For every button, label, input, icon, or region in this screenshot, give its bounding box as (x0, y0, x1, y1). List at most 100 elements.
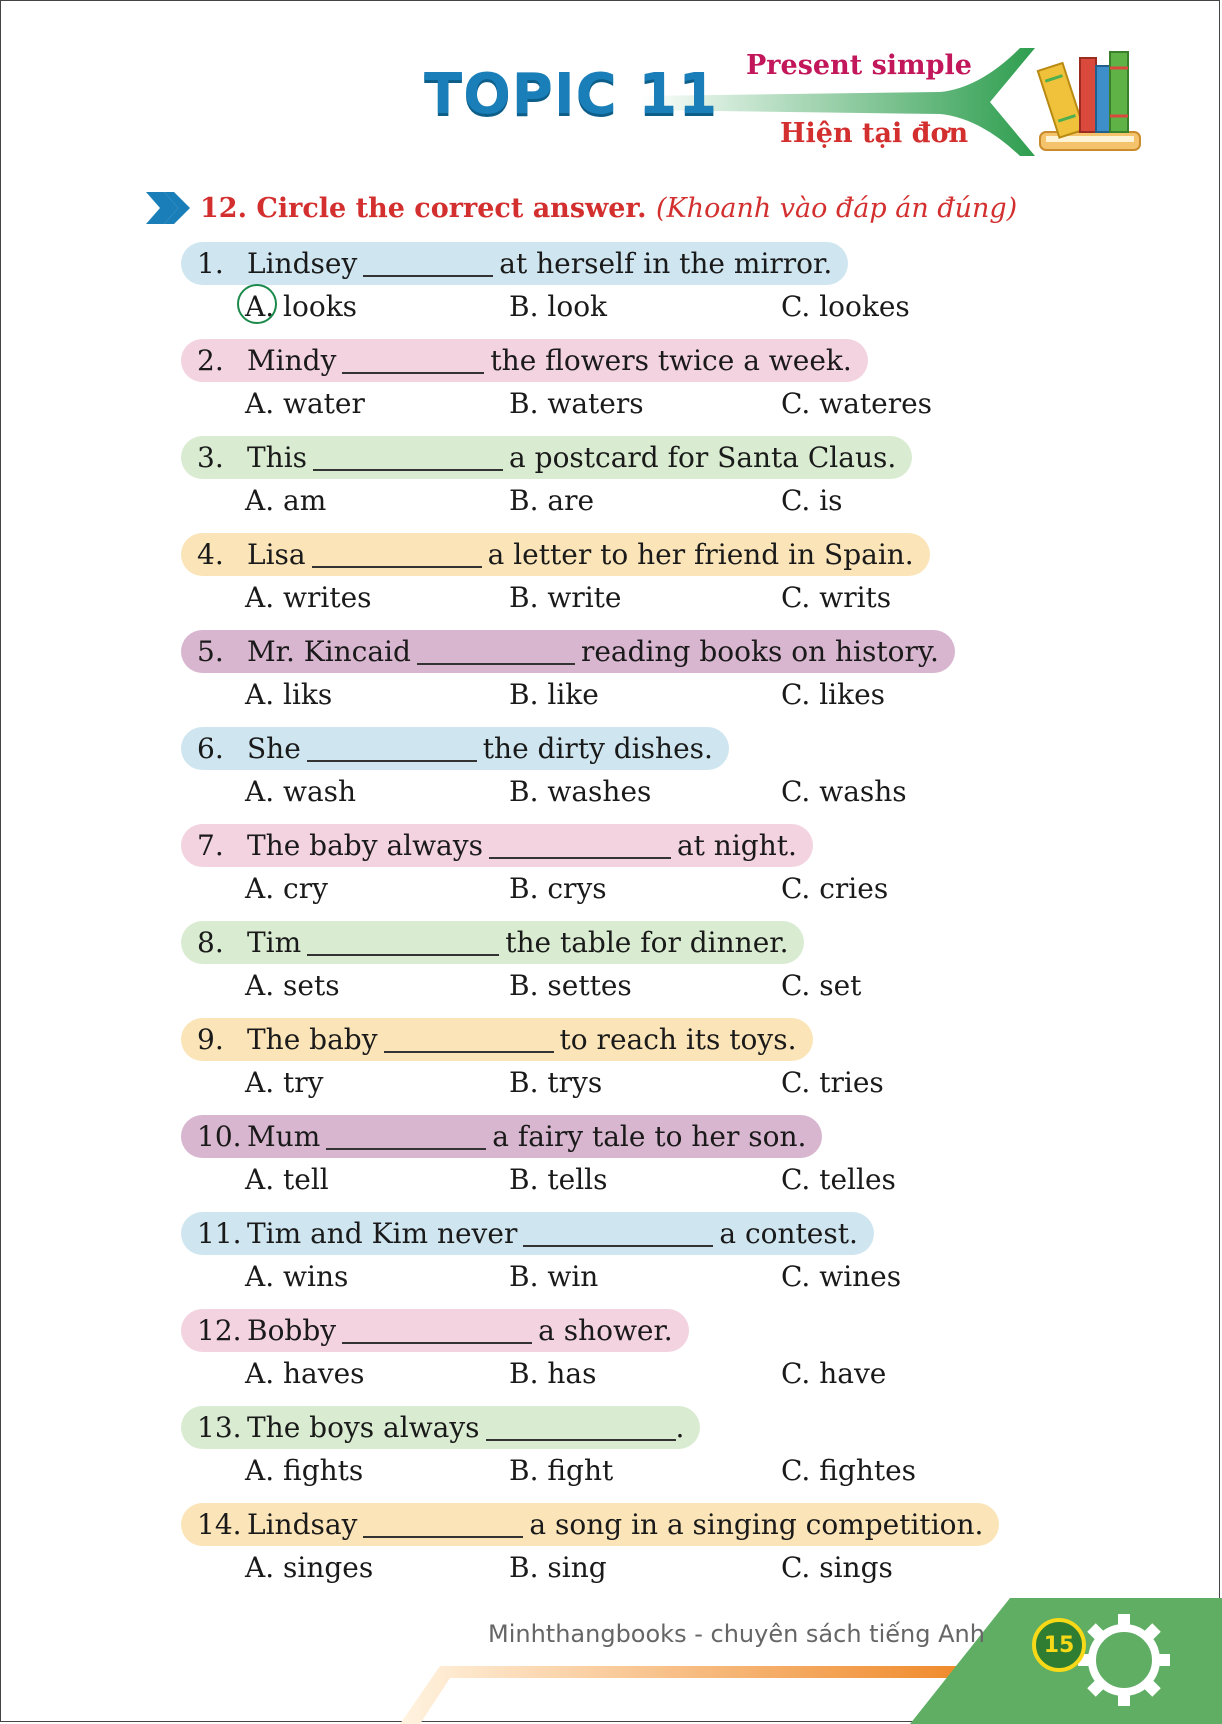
option-a[interactable]: A. tell (245, 1163, 329, 1196)
answer-blank[interactable] (311, 542, 482, 568)
answer-blank[interactable] (416, 639, 575, 665)
answer-options: A. haves B. has C. have (245, 1357, 1025, 1397)
option-a-label: A. writes (245, 581, 372, 614)
option-a-label: A. cry (245, 872, 328, 905)
option-a-label: A. haves (245, 1357, 365, 1390)
option-b[interactable]: B. waters (509, 387, 644, 420)
option-b[interactable]: B. like (509, 678, 599, 711)
question-text-before: The baby (247, 1023, 378, 1056)
answer-blank[interactable] (523, 1221, 714, 1247)
option-b[interactable]: B. fight (509, 1454, 613, 1487)
option-c-label: C. sings (781, 1551, 893, 1584)
option-c-label: C. lookes (781, 290, 910, 323)
question-text-before: The baby always (247, 829, 483, 862)
question-number: 3. (197, 441, 224, 474)
option-c[interactable]: C. cries (781, 872, 888, 905)
option-b[interactable]: B. look (509, 290, 607, 323)
question-item: 8. Tim the table for dinner. A. sets B. sett… (181, 921, 1021, 1018)
question-text-before: Mum (247, 1120, 321, 1153)
option-c[interactable]: C. likes (781, 678, 885, 711)
option-b-label: B. win (509, 1260, 599, 1293)
option-b[interactable]: B. has (509, 1357, 596, 1390)
option-a[interactable]: A. sets (245, 969, 340, 1002)
option-b[interactable]: B. settes (509, 969, 632, 1002)
question-item: 10. Mum a fairy tale to her son. A. tell B. … (181, 1115, 1021, 1212)
answer-blank[interactable] (306, 736, 477, 762)
question-sentence: 9. The baby to reach its toys. (181, 1018, 813, 1061)
option-c-label: C. writs (781, 581, 892, 614)
option-b[interactable]: B. write (509, 581, 622, 614)
question-number: 9. (197, 1023, 224, 1056)
option-b[interactable]: B. tells (509, 1163, 607, 1196)
option-c[interactable]: C. have (781, 1357, 886, 1390)
answer-options: A. sets B. settes C. set (245, 969, 1025, 1009)
option-c[interactable]: C. fightes (781, 1454, 916, 1487)
answer-blank[interactable] (342, 1318, 533, 1344)
option-c[interactable]: C. washs (781, 775, 907, 808)
option-a[interactable]: A. am (245, 484, 326, 517)
option-c-label: C. wateres (781, 387, 933, 420)
question-text-after: a song in a singing competition. (529, 1508, 984, 1541)
option-b[interactable]: B. are (509, 484, 594, 517)
question-item: 11. Tim and Kim never a contest. A. wins B. … (181, 1212, 1021, 1309)
answer-blank[interactable] (363, 251, 494, 277)
answer-blank[interactable] (326, 1124, 487, 1150)
answer-blank[interactable] (363, 1512, 524, 1538)
option-a[interactable]: A. try (245, 1066, 323, 1099)
question-item: 7. The baby always at night. A. cry B. crys C… (181, 824, 1021, 921)
question-text-after: to reach its toys. (559, 1023, 797, 1056)
question-text-after: a fairy tale to her son. (492, 1120, 807, 1153)
option-c-label: C. washs (781, 775, 907, 808)
option-a[interactable]: A. looks (237, 284, 357, 324)
option-b[interactable]: B. win (509, 1260, 598, 1293)
option-c[interactable]: C. writs (781, 581, 891, 614)
topic-subtitle-vi: Hiện tại đơn (780, 118, 969, 149)
question-sentence: 1. Lindsey at herself in the mirror. (181, 242, 849, 285)
option-b[interactable]: B. crys (509, 872, 607, 905)
option-c-label: C. cries (781, 872, 889, 905)
option-a[interactable]: A. fights (245, 1454, 363, 1487)
option-b[interactable]: B. washes (509, 775, 651, 808)
answer-options: A. wash B. washes C. washs (245, 775, 1025, 815)
question-number: 8. (197, 926, 224, 959)
question-number: 12. (197, 1314, 242, 1347)
answer-blank[interactable] (488, 833, 671, 859)
option-c-label: C. likes (781, 678, 886, 711)
option-c[interactable]: C. wateres (781, 387, 932, 420)
option-c[interactable]: C. set (781, 969, 861, 1002)
question-text-before: The boys always (247, 1411, 480, 1444)
answer-blank[interactable] (313, 445, 504, 471)
option-b-label: B. crys (509, 872, 607, 905)
option-a-label: A. liks (245, 678, 333, 711)
option-a[interactable]: A. haves (245, 1357, 365, 1390)
question-item: 3. This a postcard for Santa Claus. A. am B.… (181, 436, 1021, 533)
option-c[interactable]: C. is (781, 484, 843, 517)
option-b[interactable]: B. sing (509, 1551, 607, 1584)
option-a[interactable]: A. singes (245, 1551, 373, 1584)
option-b-label: B. settes (509, 969, 632, 1002)
answer-blank[interactable] (383, 1027, 554, 1053)
question-text-before: Tim (247, 926, 302, 959)
question-text-after: . (675, 1411, 685, 1444)
option-b[interactable]: B. trys (509, 1066, 602, 1099)
answer-blank[interactable] (307, 930, 500, 956)
question-text-after: reading books on history. (580, 635, 939, 668)
answer-options: A. liks B. like C. likes (245, 678, 1025, 718)
option-a[interactable]: A. writes (245, 581, 372, 614)
option-a[interactable]: A. liks (245, 678, 332, 711)
option-c[interactable]: C. wines (781, 1260, 901, 1293)
option-b-label: B. sing (509, 1551, 607, 1584)
answer-blank[interactable] (342, 348, 485, 374)
question-number: 5. (197, 635, 224, 668)
option-c[interactable]: C. sings (781, 1551, 893, 1584)
option-a[interactable]: A. wash (245, 775, 356, 808)
option-a-label: A. fights (245, 1454, 364, 1487)
option-c[interactable]: C. tries (781, 1066, 884, 1099)
question-number: 6. (197, 732, 224, 765)
option-c[interactable]: C. telles (781, 1163, 896, 1196)
option-a[interactable]: A. cry (245, 872, 328, 905)
option-a[interactable]: A. water (245, 387, 365, 420)
option-c[interactable]: C. lookes (781, 290, 910, 323)
option-a[interactable]: A. wins (245, 1260, 348, 1293)
answer-blank[interactable] (485, 1415, 676, 1441)
